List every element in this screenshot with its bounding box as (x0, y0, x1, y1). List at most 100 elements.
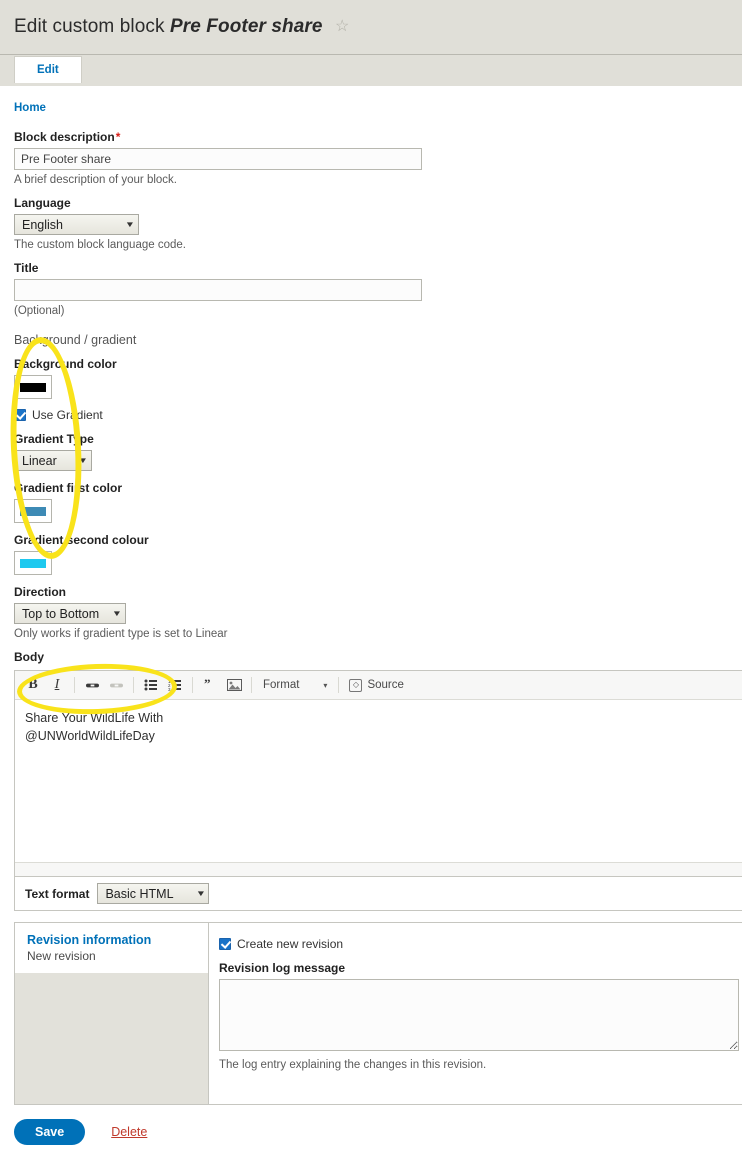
create-new-revision-label: Create new revision (237, 937, 344, 951)
body-text-line-2: @UNWorldWildLifeDay (25, 729, 155, 744)
toolbar-separator (251, 677, 252, 693)
delete-link[interactable]: Delete (111, 1125, 147, 1139)
gradient-type-select-value: Linear (22, 453, 57, 468)
gradient-second-colour-swatch[interactable] (14, 551, 52, 575)
chevron-down-icon: ▼ (111, 609, 123, 618)
source-code-icon: ◇ (349, 678, 363, 692)
title-input[interactable] (14, 279, 422, 301)
chevron-down-icon: ▼ (195, 889, 206, 898)
language-help: The custom block language code. (14, 239, 186, 251)
gradient-second-colour-label: Gradient second colour (14, 533, 149, 547)
block-description-label: Block description* (14, 130, 742, 144)
use-gradient-checkbox[interactable] (14, 409, 26, 421)
background-color-label: Background color (14, 357, 117, 371)
title-help: (Optional) (14, 305, 65, 317)
tab-bar: Edit (0, 55, 742, 86)
form-actions: Save Delete (14, 1119, 742, 1159)
svg-text:3: 3 (168, 687, 171, 691)
background-gradient-legend: Background / gradient (14, 333, 137, 347)
gradient-type-select[interactable]: Linear ▼ (14, 450, 92, 471)
text-format-select-value: Basic HTML (105, 886, 174, 901)
revision-log-label: Revision log message (219, 961, 346, 975)
direction-select[interactable]: Top to Bottom ▼ (14, 603, 126, 624)
text-format-bar: Text format Basic HTML ▼ (14, 877, 742, 911)
source-button-label: Source (367, 679, 404, 691)
background-color-swatch[interactable] (14, 375, 52, 399)
tab-edit[interactable]: Edit (14, 56, 82, 83)
page-title: Edit custom block Pre Footer share ☆ (14, 16, 349, 38)
toolbar-separator (74, 677, 75, 693)
unlink-icon[interactable] (104, 674, 128, 696)
title-label: Title (14, 261, 39, 275)
direction-label: Direction (14, 585, 67, 599)
chevron-down-icon: ▼ (77, 456, 89, 465)
revision-log-textarea[interactable] (219, 979, 739, 1051)
revision-panel-body: Create new revision Revision log message… (209, 923, 742, 1104)
toolbar-separator (192, 677, 193, 693)
breadcrumb: Home (14, 86, 742, 120)
block-description-help: A brief description of your block. (14, 174, 177, 186)
text-format-select[interactable]: Basic HTML ▼ (97, 883, 210, 904)
field-background-color: Background color (14, 357, 742, 399)
use-gradient-checkbox-row[interactable]: Use Gradient (14, 408, 742, 422)
language-select[interactable]: English ▼ (14, 214, 139, 235)
editor-status-bar (15, 862, 742, 876)
field-block-description: Block description* A brief description o… (14, 130, 742, 186)
gradient-type-label: Gradient Type (14, 432, 94, 446)
field-title: Title (Optional) (14, 261, 742, 317)
gradient-first-color-chip (20, 506, 46, 516)
body-editor: B I 1 2 3 ” Format ▾ ◇ Source Share Your… (14, 670, 742, 877)
revision-log-help: The log entry explaining the changes in … (219, 1059, 487, 1071)
italic-icon[interactable]: I (45, 674, 69, 696)
chevron-down-icon: ▼ (124, 220, 136, 229)
revision-tab-subtitle: New revision (27, 949, 96, 963)
save-button[interactable]: Save (14, 1119, 86, 1145)
field-body: Body (14, 650, 742, 664)
format-dropdown[interactable]: Format ▾ (257, 674, 333, 696)
gradient-second-colour-chip (20, 558, 46, 568)
gradient-first-color-label: Gradient first color (14, 481, 123, 495)
language-label: Language (14, 196, 71, 210)
required-marker: * (115, 130, 121, 144)
toolbar-separator (338, 677, 340, 693)
page-title-block-name: Pre Footer share (169, 16, 323, 37)
text-format-label: Text format (25, 886, 90, 901)
toolbar-separator (133, 677, 134, 693)
direction-select-value: Top to Bottom (22, 606, 100, 621)
body-editable-area[interactable]: Share Your WildLife With @UNWorldWildLif… (15, 700, 742, 862)
gradient-first-color-swatch[interactable] (14, 499, 52, 523)
field-language: Language English ▼ The custom block lang… (14, 196, 742, 251)
block-description-label-text: Block description (14, 130, 115, 144)
revision-vertical-tab[interactable]: Revision information New revision (15, 923, 209, 1104)
revision-information-panel: Revision information New revision Create… (14, 922, 742, 1105)
revision-tab-title: Revision information (27, 933, 152, 947)
breadcrumb-link-home[interactable]: Home (14, 102, 46, 114)
use-gradient-label: Use Gradient (32, 408, 103, 422)
direction-help: Only works if gradient type is set to Li… (14, 628, 228, 640)
page-title-lead: Edit custom block (14, 16, 165, 37)
star-icon[interactable]: ☆ (335, 16, 349, 36)
field-gradient-second-colour: Gradient second colour (14, 533, 742, 575)
body-text-line-1: Share Your WildLife With (25, 711, 164, 725)
language-select-value: English (22, 217, 63, 232)
image-icon[interactable] (222, 674, 246, 696)
body-label: Body (14, 650, 44, 664)
field-gradient-first-color: Gradient first color (14, 481, 742, 523)
block-description-input[interactable] (14, 148, 422, 170)
background-color-chip (20, 382, 46, 392)
bold-icon[interactable]: B (21, 674, 45, 696)
chevron-down-icon: ▾ (323, 680, 328, 690)
field-direction: Direction Top to Bottom ▼ Only works if … (14, 585, 742, 640)
page-header: Edit custom block Pre Footer share ☆ (0, 0, 742, 55)
blockquote-icon[interactable]: ” (198, 674, 222, 696)
format-dropdown-label: Format (263, 679, 300, 691)
link-icon[interactable] (80, 674, 104, 696)
revision-tab-filler (15, 973, 208, 1104)
create-new-revision-checkbox[interactable] (219, 938, 231, 950)
source-button[interactable]: ◇ Source (344, 678, 408, 692)
svg-text:”: ” (204, 679, 211, 691)
create-new-revision-row[interactable]: Create new revision (219, 937, 742, 951)
bulleted-list-icon[interactable] (139, 674, 163, 696)
editor-toolbar: B I 1 2 3 ” Format ▾ ◇ Source (15, 671, 742, 700)
numbered-list-icon[interactable]: 1 2 3 (163, 674, 187, 696)
